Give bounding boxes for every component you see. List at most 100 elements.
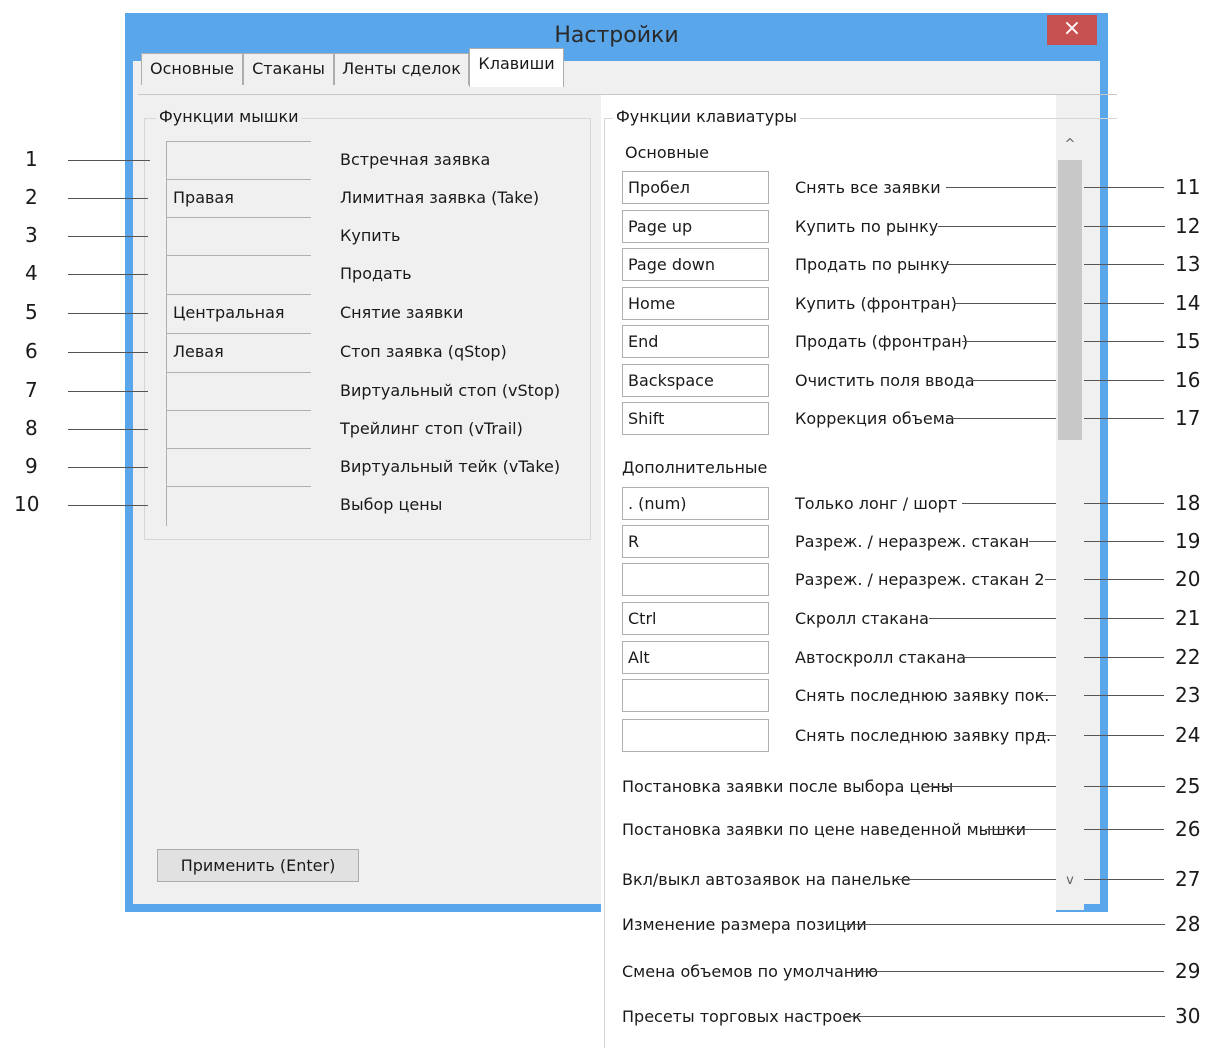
mouse-function-label: Встречная заявка: [340, 150, 491, 169]
key-binding-field[interactable]: Alt: [622, 641, 769, 674]
tab-lenty-sdelok[interactable]: Ленты сделок: [334, 53, 469, 85]
callout-line: [946, 187, 1164, 188]
mouse-binding-field[interactable]: [166, 410, 311, 450]
key-binding-field[interactable]: R: [622, 525, 769, 558]
callout-line: [68, 391, 148, 392]
mouse-functions-legend: Функции мышки: [156, 107, 302, 126]
callout-line: [946, 264, 1164, 265]
mouse-binding-field[interactable]: [166, 141, 311, 181]
keyboard-function-label: Продать (фронтран): [795, 332, 968, 351]
callout-line: [68, 198, 148, 199]
keyboard-function-label: Очистить поля ввода: [795, 371, 975, 390]
mouse-binding-field[interactable]: [166, 448, 311, 488]
key-binding-field[interactable]: Shift: [622, 402, 769, 435]
key-binding-field[interactable]: Ctrl: [622, 602, 769, 635]
callout-number: 26: [1175, 817, 1201, 841]
keyboard-function-label: Продать по рынку: [795, 255, 950, 274]
tab-stakany[interactable]: Стаканы: [243, 53, 334, 85]
callout-line: [68, 352, 148, 353]
key-binding-field[interactable]: Page down: [622, 248, 769, 281]
callout-number: 14: [1175, 291, 1201, 315]
callout-number: 4: [25, 261, 38, 285]
callout-number: 23: [1175, 683, 1201, 707]
callout-line: [938, 226, 1165, 227]
scrollbar-thumb[interactable]: [1058, 160, 1082, 440]
mouse-binding-field[interactable]: Центральная: [166, 294, 311, 334]
keyboard-function-label: Коррекция объема: [795, 409, 955, 428]
callout-number: 19: [1175, 529, 1201, 553]
mouse-binding-field[interactable]: Левая: [166, 333, 311, 373]
chevron-down-icon[interactable]: v: [1056, 873, 1084, 888]
mouse-binding-field[interactable]: [166, 372, 311, 412]
keyboard-functions-legend: Функции клавиатуры: [613, 107, 801, 126]
callout-number: 30: [1175, 1004, 1201, 1028]
callout-number: 11: [1175, 175, 1201, 199]
keyboard-function-label: Только лонг / шорт: [795, 494, 958, 513]
callout-number: 20: [1175, 567, 1201, 591]
keyboard-function-label: Разреж. / неразреж. стакан 2: [795, 570, 1045, 589]
keyboard-function-label: Скролл стакана: [795, 609, 929, 628]
key-binding-field[interactable]: Пробел: [622, 171, 769, 204]
callout-line: [68, 429, 148, 430]
key-binding-field[interactable]: Home: [622, 287, 769, 320]
key-binding-field[interactable]: [622, 719, 769, 752]
callout-number: 25: [1175, 774, 1201, 798]
callout-line: [946, 418, 1164, 419]
callout-number: 16: [1175, 368, 1201, 392]
mouse-function-label: Лимитная заявка (Take): [340, 188, 540, 207]
mouse-binding-field[interactable]: [166, 217, 311, 257]
callout-line: [852, 971, 1164, 972]
callout-number: 3: [25, 223, 38, 247]
keyboard-function-label: Автоскролл стакана: [795, 648, 967, 667]
mouse-function-label: Купить: [340, 226, 401, 245]
chevron-up-icon[interactable]: ^: [1056, 137, 1084, 152]
mouse-function-label: Стоп заявка (qStop): [340, 342, 507, 361]
callout-line: [1029, 541, 1164, 542]
callout-line: [844, 924, 1165, 925]
mouse-function-label: Виртуальный тейк (vTake): [340, 457, 561, 476]
callout-number: 27: [1175, 867, 1201, 891]
tab-klavishi[interactable]: Клавиши: [469, 48, 564, 87]
apply-button[interactable]: Применить (Enter): [157, 849, 359, 882]
callout-line: [929, 618, 1164, 619]
callout-number: 2: [25, 185, 38, 209]
callout-number: 9: [25, 454, 38, 478]
keyboard-function-label: Снять последнюю заявку пок.: [795, 686, 1050, 705]
keyboard-function-label: Купить по рынку: [795, 217, 939, 236]
callout-line: [893, 879, 1164, 880]
callout-number: 1: [25, 147, 38, 171]
callout-number: 15: [1175, 329, 1201, 353]
keyboard-function-label: Снять последнюю заявку прд.: [795, 726, 1052, 745]
mouse-function-label: Трейлинг стоп (vTrail): [340, 419, 523, 438]
callout-number: 6: [25, 339, 38, 363]
mouse-binding-field[interactable]: [166, 255, 311, 295]
tab-osnovnye[interactable]: Основные: [141, 53, 243, 85]
callout-line: [68, 467, 148, 468]
key-binding-field[interactable]: . (num): [622, 487, 769, 520]
key-binding-field[interactable]: [622, 563, 769, 596]
mouse-function-label: Виртуальный стоп (vStop): [340, 381, 561, 400]
mouse-binding-field[interactable]: [166, 486, 311, 526]
key-binding-field[interactable]: Backspace: [622, 364, 769, 397]
window-title: Настройки: [554, 23, 679, 48]
keyboard-function-label: Разреж. / неразреж. стакан: [795, 532, 1030, 551]
keyboard-option-label: Вкл/выкл автозаявок на панельке: [622, 870, 911, 889]
callout-number: 18: [1175, 491, 1201, 515]
callout-number: 28: [1175, 912, 1201, 936]
keyboard-option-label: Пресеты торговых настроек: [622, 1007, 862, 1026]
keyboard-function-label: Купить (фронтран): [795, 294, 957, 313]
callout-line: [844, 1016, 1165, 1017]
keyboard-option-label: Смена объемов по умолчанию: [622, 962, 879, 981]
key-binding-field[interactable]: End: [622, 325, 769, 358]
key-binding-field[interactable]: Page up: [622, 210, 769, 243]
close-icon[interactable]: ×: [1047, 15, 1097, 45]
key-binding-field[interactable]: [622, 679, 769, 712]
callout-number: 8: [25, 416, 38, 440]
keyboard-function-label: Снять все заявки: [795, 178, 941, 197]
extra-section-header: Дополнительные: [622, 458, 768, 477]
callout-number: 7: [25, 378, 38, 402]
mouse-function-label: Выбор цены: [340, 495, 443, 514]
keyboard-option-label: Постановка заявки после выбора цены: [622, 777, 954, 796]
callout-line: [927, 786, 1165, 787]
mouse-binding-field[interactable]: Правая: [166, 179, 311, 219]
